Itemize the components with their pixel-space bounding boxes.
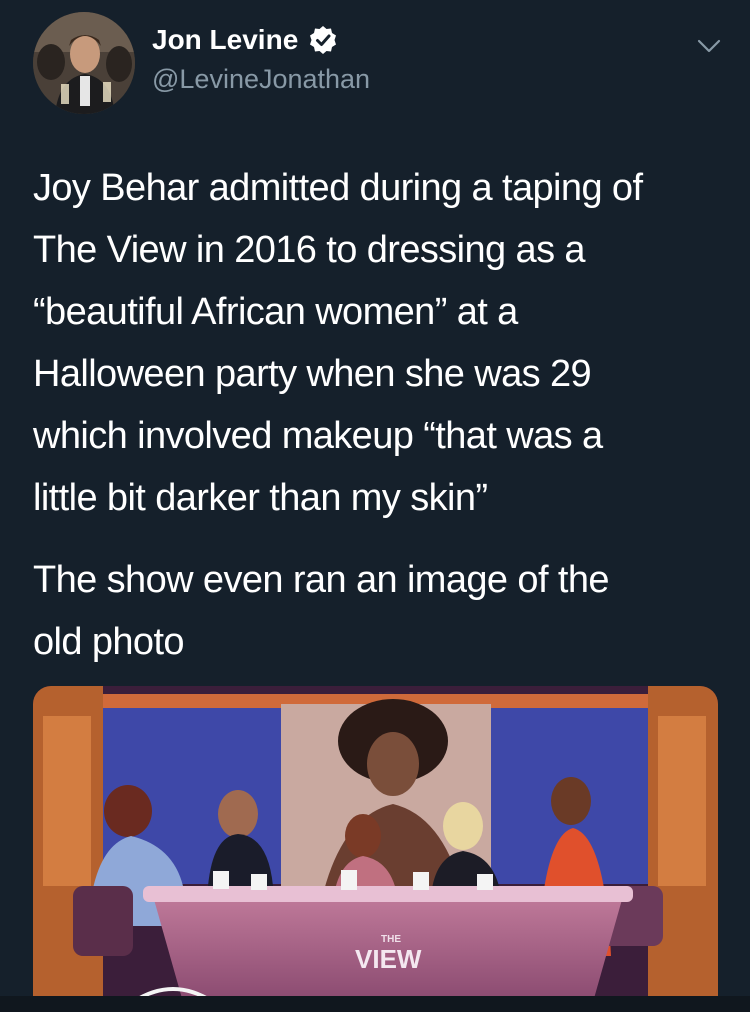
text-line: The View in 2016 to dressing as a	[33, 229, 586, 271]
author-name-row[interactable]: Jon Levine	[152, 24, 338, 56]
verified-badge-icon	[310, 26, 337, 54]
tv-studio-image: THE VIEW	[33, 686, 718, 1002]
text-line: little bit darker than my skin”	[33, 477, 488, 519]
bottom-divider	[0, 996, 750, 1012]
tweet-text-paragraph-2: The show even ran an image of the old ph…	[33, 549, 723, 673]
chevron-down-icon[interactable]	[696, 36, 722, 56]
text-line: Joy Behar admitted during a taping of	[33, 167, 643, 209]
tweet: Jon Levine @LevineJonathan Joy Behar adm…	[0, 0, 750, 1012]
avatar-image	[33, 12, 135, 114]
tweet-text-paragraph-1: Joy Behar admitted during a taping of Th…	[33, 157, 723, 529]
text-line: The show even ran an image of the	[33, 559, 610, 601]
author-name[interactable]: Jon Levine	[152, 24, 298, 56]
text-line: Halloween party when she was 29	[33, 353, 592, 395]
author-handle[interactable]: @LevineJonathan	[152, 64, 370, 95]
avatar[interactable]	[33, 12, 135, 114]
text-line: old photo	[33, 621, 185, 663]
text-line: which involved makeup “that was a	[33, 415, 603, 457]
logo-large-text: VIEW	[355, 944, 422, 974]
tweet-media-image[interactable]: THE VIEW	[33, 686, 718, 1002]
text-line: “beautiful African women” at a	[33, 291, 518, 333]
